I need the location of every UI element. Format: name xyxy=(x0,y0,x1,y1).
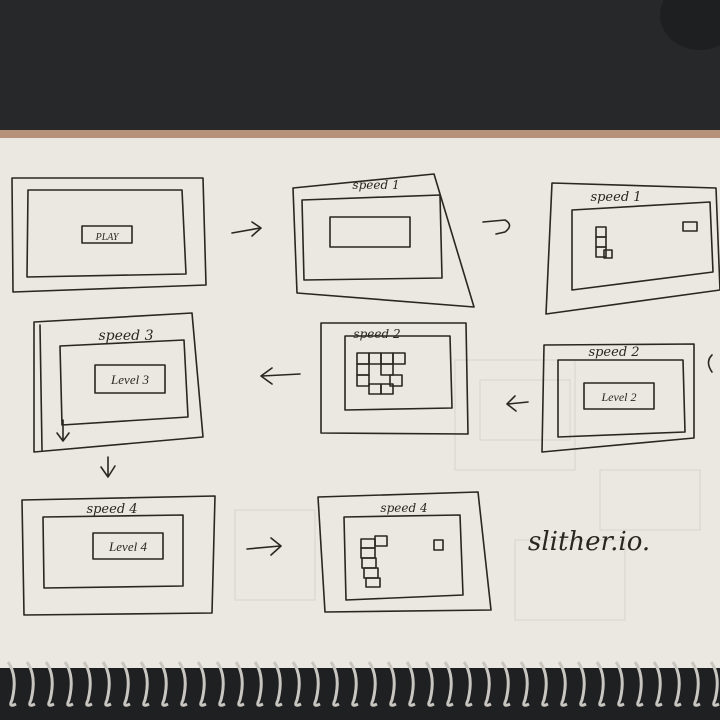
panel-1-label: PLAY xyxy=(95,232,120,243)
panel-5-title: speed 2 xyxy=(353,327,400,341)
panel-2-title: speed 1 xyxy=(352,178,399,192)
panel-4-label: Level 2 xyxy=(601,390,637,404)
panel-6-title: speed 3 xyxy=(98,328,153,344)
panel-4-title: speed 2 xyxy=(588,345,639,360)
panel-8-title: speed 4 xyxy=(380,501,427,515)
panel-3-title: speed 1 xyxy=(590,190,641,205)
panel-7-title: speed 4 xyxy=(86,502,137,517)
desk-background xyxy=(0,0,720,140)
panel-6-label: Level 3 xyxy=(110,372,149,387)
sketch-canvas: PLAY speed 1 speed 1 speed 2 Level 2 spe… xyxy=(0,0,720,720)
app-note: slither.io. xyxy=(528,527,650,557)
panel-7-label: Level 4 xyxy=(108,539,147,554)
